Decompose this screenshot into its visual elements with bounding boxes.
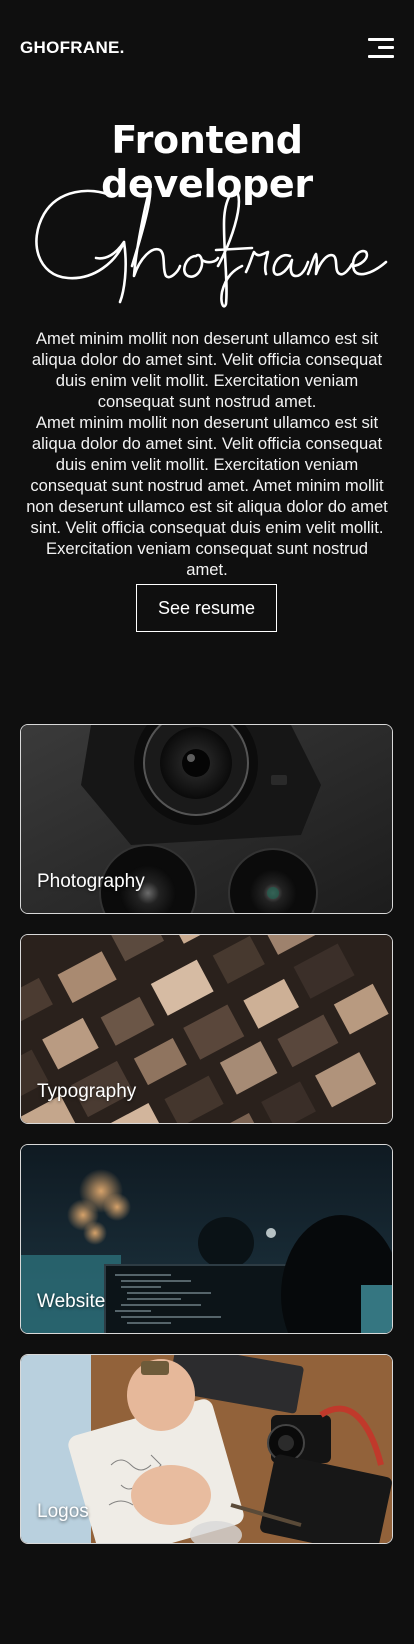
category-card-typography[interactable]: Typography bbox=[20, 934, 393, 1124]
site-header: GHOFRANE. bbox=[0, 0, 414, 96]
intro-text: Amet minim mollit non deserunt ullamco e… bbox=[24, 328, 390, 580]
site-logo[interactable]: GHOFRANE. bbox=[20, 38, 125, 58]
intro-paragraph: Amet minim mollit non deserunt ullamco e… bbox=[31, 329, 383, 411]
see-resume-button[interactable]: See resume bbox=[136, 584, 277, 632]
hamburger-menu-icon[interactable] bbox=[368, 36, 394, 60]
category-card-photography[interactable]: Photography bbox=[20, 724, 393, 914]
category-label: Photography bbox=[37, 871, 145, 892]
menu-line bbox=[368, 38, 394, 41]
category-card-logos[interactable]: Logos bbox=[20, 1354, 393, 1544]
category-label: Typography bbox=[37, 1081, 137, 1102]
script-name-signature bbox=[35, 186, 388, 308]
category-label: Logos bbox=[37, 1501, 89, 1522]
category-card-website[interactable]: Website bbox=[20, 1144, 393, 1334]
category-label: Website bbox=[37, 1291, 106, 1312]
intro-paragraph: Amet minim mollit non deserunt ullamco e… bbox=[26, 413, 388, 579]
menu-line bbox=[368, 55, 394, 58]
menu-line bbox=[378, 46, 394, 49]
